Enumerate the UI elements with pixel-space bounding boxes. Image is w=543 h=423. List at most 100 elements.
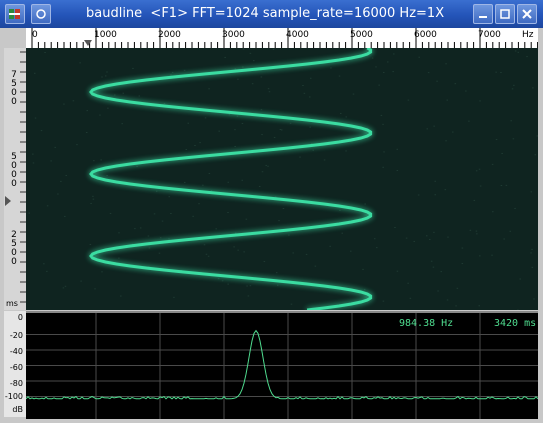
noise-speck <box>65 286 67 287</box>
noise-speck <box>515 50 517 51</box>
noise-speck <box>184 182 186 183</box>
noise-speck <box>291 304 293 305</box>
noise-speck <box>397 170 399 171</box>
noise-speck <box>209 173 211 174</box>
noise-speck <box>218 278 220 279</box>
noise-speck <box>233 246 235 247</box>
noise-speck <box>194 145 196 146</box>
noise-speck <box>310 78 312 79</box>
noise-speck <box>394 227 396 228</box>
noise-speck <box>65 175 67 176</box>
noise-speck <box>246 219 248 220</box>
noise-speck <box>267 166 269 167</box>
noise-speck <box>44 52 46 53</box>
noise-speck <box>269 91 271 92</box>
noise-speck <box>455 305 457 306</box>
noise-speck <box>140 227 142 228</box>
noise-speck <box>445 189 447 190</box>
minimize-icon[interactable] <box>473 4 493 24</box>
noise-speck <box>64 216 66 217</box>
noise-speck <box>132 68 134 69</box>
noise-speck <box>229 114 231 115</box>
noise-speck <box>382 167 384 168</box>
menu-icon[interactable] <box>31 4 51 24</box>
spectrum-display[interactable]: 984.38 Hz 3420 ms <box>26 311 538 419</box>
baudline-app-icon[interactable] <box>5 4 25 24</box>
noise-speck <box>447 299 449 300</box>
noise-speck <box>73 100 75 101</box>
noise-speck <box>237 116 239 117</box>
noise-speck <box>535 154 537 155</box>
freq-unit-label: Hz <box>522 30 534 40</box>
noise-speck <box>281 129 283 130</box>
time-label-5000: 5 0 0 0 <box>7 153 15 189</box>
noise-speck <box>476 231 478 232</box>
title-bar[interactable]: baudline <F1> FFT=1024 sample_rate=16000… <box>0 0 543 28</box>
noise-speck <box>208 88 210 89</box>
noise-speck <box>290 123 292 124</box>
noise-speck <box>136 166 138 167</box>
time-cursor-icon[interactable] <box>5 196 12 206</box>
noise-speck <box>101 76 103 77</box>
noise-speck <box>248 295 250 296</box>
freq-label-1000: 1000 <box>94 30 117 40</box>
noise-speck <box>106 72 108 73</box>
freq-label-7000: 7000 <box>478 30 501 40</box>
noise-speck <box>170 74 172 75</box>
time-label-2500: 2 5 0 0 <box>7 231 15 267</box>
noise-speck <box>501 185 503 186</box>
noise-speck <box>218 131 220 132</box>
noise-speck <box>383 72 385 73</box>
noise-speck <box>392 71 394 72</box>
noise-speck <box>393 53 395 54</box>
noise-speck <box>198 203 200 204</box>
window-title: baudline <F1> FFT=1024 sample_rate=16000… <box>86 6 444 21</box>
spectrogram-canvas <box>26 48 538 310</box>
noise-speck <box>93 160 95 161</box>
noise-speck <box>215 228 217 229</box>
noise-speck <box>445 63 447 64</box>
noise-speck <box>164 103 166 104</box>
noise-speck <box>302 85 304 86</box>
baudline-window: baudline <F1> FFT=1024 sample_rate=16000… <box>0 0 543 423</box>
db-label-100: -100 <box>5 392 23 401</box>
frequency-ruler[interactable]: 0 1000 2000 3000 4000 5000 6000 7000 Hz <box>26 28 538 49</box>
maximize-icon[interactable] <box>495 4 515 24</box>
noise-speck <box>250 53 252 54</box>
noise-speck <box>94 288 96 289</box>
db-unit-label: dB <box>12 405 23 414</box>
noise-speck <box>90 244 92 245</box>
noise-speck <box>457 288 459 289</box>
noise-speck <box>407 283 409 284</box>
frequency-cursor-icon[interactable] <box>84 40 92 47</box>
noise-speck <box>60 181 62 182</box>
noise-speck <box>479 169 481 170</box>
noise-speck <box>235 233 237 234</box>
ruler-corner <box>4 28 27 48</box>
noise-speck <box>492 164 494 165</box>
time-ruler[interactable]: 7 5 0 0 5 0 0 0 2 5 0 0 ms <box>4 48 27 310</box>
noise-speck <box>468 121 470 122</box>
noise-speck <box>268 88 270 89</box>
noise-speck <box>372 58 374 59</box>
spectrum-trace <box>26 331 538 399</box>
noise-speck <box>462 263 464 264</box>
noise-speck <box>265 165 267 166</box>
noise-speck <box>261 109 263 110</box>
noise-speck <box>465 91 467 92</box>
noise-speck <box>32 154 34 155</box>
noise-speck <box>378 85 380 86</box>
noise-speck <box>156 191 158 192</box>
noise-speck <box>512 88 513 89</box>
time-digit: 0 <box>10 98 18 107</box>
spectrogram-display[interactable] <box>26 48 538 310</box>
noise-speck <box>383 301 385 302</box>
noise-speck <box>532 87 534 88</box>
noise-speck <box>110 213 112 214</box>
noise-speck <box>292 252 294 253</box>
noise-speck <box>479 255 481 256</box>
noise-speck <box>531 249 533 250</box>
noise-speck <box>426 235 428 236</box>
noise-speck <box>340 113 342 114</box>
close-icon[interactable] <box>517 4 537 24</box>
